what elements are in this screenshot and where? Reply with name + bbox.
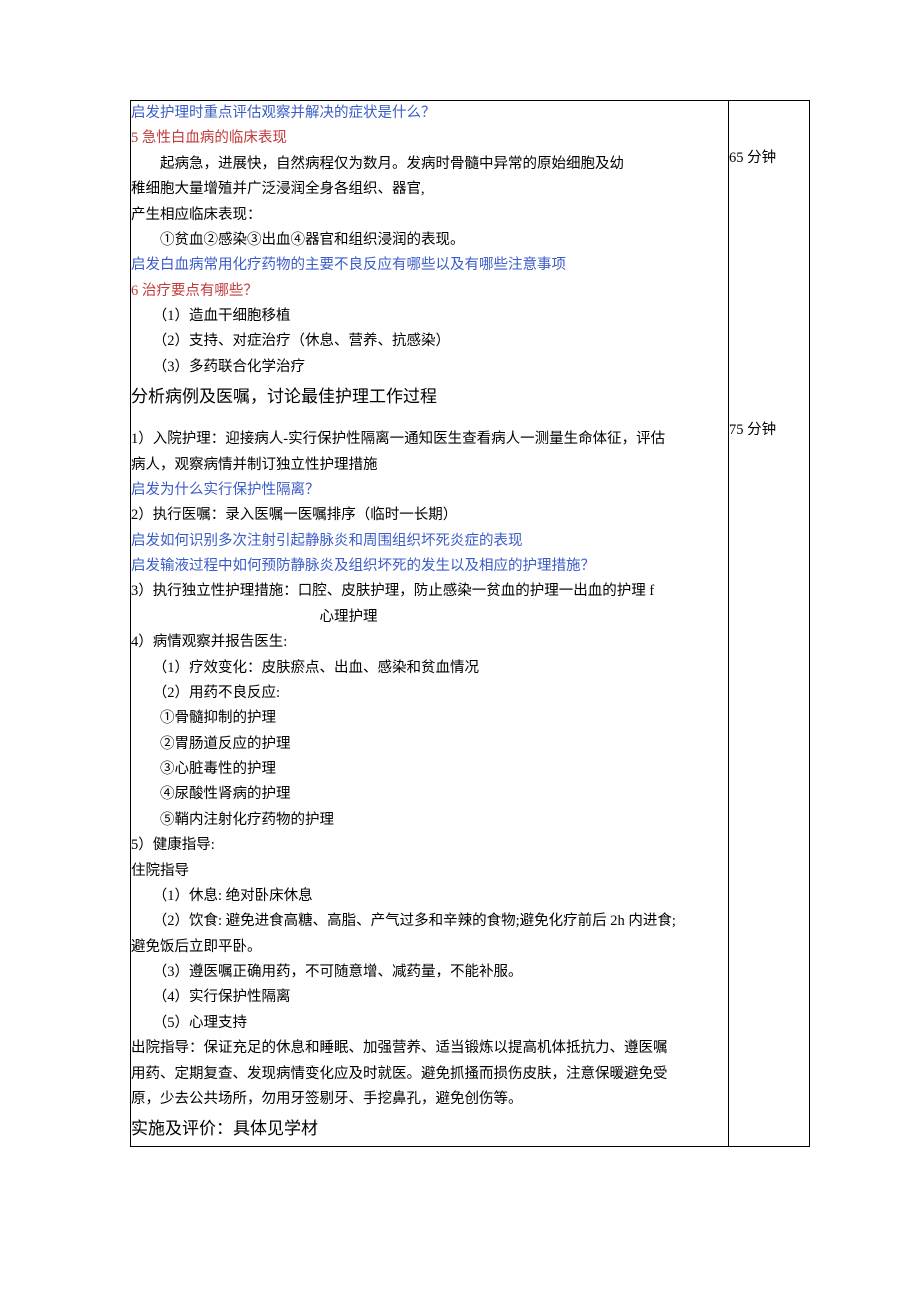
spacer — [729, 193, 809, 215]
list-item: （2）饮食: 避免进食高糖、高脂、产气过多和辛辣的食物;避免化疗前后 2h 内进… — [131, 909, 728, 934]
list-item: ②胃肠道反应的护理 — [131, 732, 728, 757]
spacer — [131, 414, 728, 427]
list-item: （3）遵医嘱正确用药，不可随意增、减药量，不能补服。 — [131, 960, 728, 985]
prompt-text: 启发为什么实行保护性隔离？ — [131, 478, 728, 503]
spacer — [729, 395, 809, 417]
section-heading: 5 急性白血病的临床表现 — [131, 126, 728, 151]
list-item: （1）造血干细胞移植 — [131, 304, 728, 329]
body-text: 原，少去公共场所，勿用牙签剔牙、手挖鼻孔，避免创伤等。 — [131, 1087, 728, 1112]
spacer — [729, 283, 809, 305]
body-text: 2）执行医嘱：录入医嘱一医嘱排序（临时一长期） — [131, 503, 728, 528]
body-text: 住院指导 — [131, 859, 728, 884]
body-text: 5）健康指导: — [131, 833, 728, 858]
prompt-text: 启发护理时重点评估观察并解决的症状是什么？ — [131, 101, 728, 126]
list-item: （2）用药不良反应: — [131, 681, 728, 706]
list-item: ③心脏毒性的护理 — [131, 757, 728, 782]
list-item: （2）支持、对症治疗（休息、营养、抗感染） — [131, 329, 728, 354]
list-item: ①骨髓抑制的护理 — [131, 706, 728, 731]
list-item: （1）疗效变化：皮肤瘀点、出血、感染和贫血情况 — [131, 656, 728, 681]
duration-label: 65 分钟 — [729, 146, 809, 171]
spacer — [729, 260, 809, 282]
body-text: 4）病情观察并报告医生: — [131, 630, 728, 655]
spacer — [729, 171, 809, 193]
spacer — [729, 238, 809, 260]
body-text: 心理护理 — [131, 605, 728, 630]
list-item: （3）多药联合化学治疗 — [131, 355, 728, 380]
body-text: 病人，观察病情并制订独立性护理措施 — [131, 453, 728, 478]
body-text: 3）执行独立性护理措施：口腔、皮肤护理，防止感染一贫血的护理一出血的护理 f — [131, 579, 728, 604]
body-text: 避免饭后立即平卧。 — [131, 935, 728, 960]
body-text: 产生相应临床表现： — [131, 203, 728, 228]
prompt-text: 启发输液过程中如何预防静脉炎及组织坏死的发生以及相应的护理措施？ — [131, 554, 728, 579]
spacer — [729, 328, 809, 350]
spacer — [729, 373, 809, 395]
body-text: 用药、定期复查、发现病情变化应及时就医。避免抓搔而损伤皮肤，注意保暖避免受 — [131, 1062, 728, 1087]
content-table: 启发护理时重点评估观察并解决的症状是什么？ 5 急性白血病的临床表现 起病急，进… — [130, 100, 810, 1147]
spacer — [729, 350, 809, 372]
body-text: 1）入院护理：迎接病人-实行保护性隔离一通知医生查看病人一测量生命体征，评估 — [131, 427, 728, 452]
list-item: ⑤鞘内注射化疗药物的护理 — [131, 808, 728, 833]
section-heading: 分析病例及医嘱，讨论最佳护理工作过程 — [131, 380, 728, 414]
body-text: 稚细胞大量增殖并广泛浸润全身各组织、器官, — [131, 177, 728, 202]
prompt-text: 启发如何识别多次注射引起静脉炎和周围组织坏死炎症的表现 — [131, 529, 728, 554]
list-item: （4）实行保护性隔离 — [131, 985, 728, 1010]
spacer — [729, 216, 809, 238]
list-item: ④尿酸性肾病的护理 — [131, 782, 728, 807]
duration-label: 75 分钟 — [729, 418, 809, 443]
main-cell: 启发护理时重点评估观察并解决的症状是什么？ 5 急性白血病的临床表现 起病急，进… — [131, 101, 729, 1147]
spacer — [729, 305, 809, 327]
body-text: 起病急，进展快，自然病程仅为数月。发病时骨髓中异常的原始细胞及幼 — [131, 152, 728, 177]
list-item: （5）心理支持 — [131, 1011, 728, 1036]
section-heading: 实施及评价：具体见学材 — [131, 1112, 728, 1146]
list-item: （1）休息: 绝对卧床休息 — [131, 884, 728, 909]
spacer — [729, 101, 809, 123]
spacer — [729, 123, 809, 145]
prompt-text: 启发白血病常用化疗药物的主要不良反应有哪些以及有哪些注意事项 — [131, 253, 728, 278]
document-page: 启发护理时重点评估观察并解决的症状是什么？ 5 急性白血病的临床表现 起病急，进… — [0, 0, 920, 1207]
body-text: ①贫血②感染③出血④器官和组织浸润的表现。 — [131, 228, 728, 253]
section-heading: 6 治疗要点有哪些？ — [131, 279, 728, 304]
side-cell: 65 分钟 75 分钟 — [729, 101, 810, 1147]
body-text: 出院指导：保证充足的休息和睡眠、加强营养、适当锻炼以提高机体抵抗力、遵医嘱 — [131, 1036, 728, 1061]
